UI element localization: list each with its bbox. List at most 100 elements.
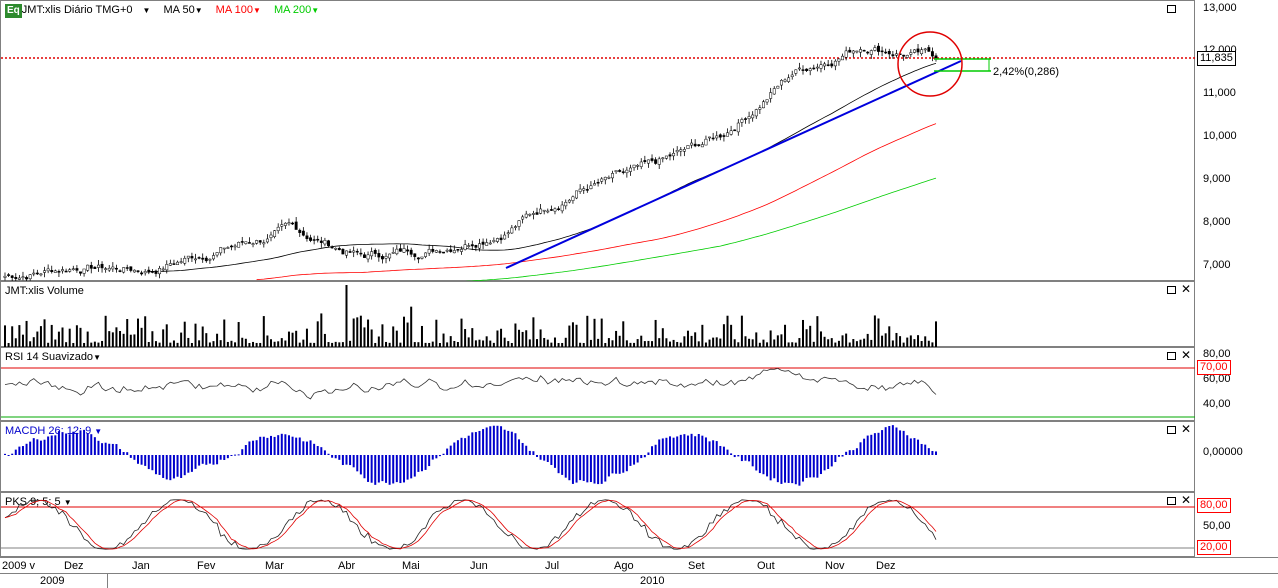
- volume-bar: [356, 317, 359, 347]
- month-label: Set: [688, 560, 705, 572]
- macd-bar: [180, 455, 183, 478]
- macd-bar: [557, 455, 560, 474]
- macd-bar: [83, 429, 86, 455]
- candle-body: [424, 252, 428, 257]
- candle-body: [68, 269, 72, 272]
- candle-body: [25, 277, 29, 280]
- candle-body: [388, 253, 392, 259]
- macd-panel[interactable]: MACDH 26; 12; 9 ▼ ✕: [0, 421, 1195, 492]
- candle-body: [902, 54, 906, 57]
- macd-bar: [528, 450, 531, 455]
- macd-bar: [385, 455, 388, 483]
- volume-bar: [165, 324, 168, 347]
- volume-bar: [884, 333, 887, 347]
- candle-body: [57, 271, 61, 273]
- volume-panel[interactable]: JMT:xlis Volume ✕: [0, 281, 1195, 347]
- candle-body: [905, 55, 909, 58]
- macd-bar: [122, 452, 125, 455]
- macd-bar: [104, 442, 107, 455]
- macd-bar: [244, 445, 247, 455]
- macd-bar: [140, 455, 143, 465]
- candle-body: [395, 248, 399, 255]
- candle-body: [190, 256, 194, 259]
- candle-body: [909, 52, 913, 55]
- macd-bar: [226, 455, 229, 459]
- price-panel[interactable]: Eq JMT:xlis Diário TMG+0 ▼ MA 50▼ MA 100▼ …: [0, 0, 1196, 282]
- candle-body: [255, 240, 259, 244]
- volume-bar: [525, 330, 528, 347]
- candle-body: [262, 242, 266, 245]
- candle-body: [93, 266, 97, 269]
- macd-bar: [758, 455, 761, 474]
- macd-bar: [791, 455, 794, 484]
- candle-body: [28, 274, 32, 280]
- ytick: 10,000: [1203, 130, 1237, 142]
- volume-bar: [543, 337, 546, 347]
- macd-bar: [162, 455, 165, 478]
- macd-bar: [86, 433, 89, 455]
- macd-bar: [21, 446, 24, 455]
- candle-body: [219, 247, 223, 254]
- candle-body: [668, 154, 672, 157]
- volume-bar: [690, 335, 693, 347]
- volume-bar: [420, 325, 423, 347]
- macd-bar: [172, 455, 175, 479]
- volume-bar: [597, 338, 600, 347]
- macd-bar: [575, 455, 578, 483]
- pks-lower-tag: 20,00: [1197, 540, 1231, 555]
- candle-body: [53, 270, 57, 273]
- month-label: Ago: [614, 560, 634, 572]
- month-label: Jun: [470, 560, 488, 572]
- volume-bar: [536, 339, 538, 347]
- rsi-panel[interactable]: RSI 14 Suavizado▼ ✕: [0, 347, 1196, 421]
- macd-bar: [97, 440, 100, 455]
- candle-body: [603, 176, 607, 181]
- candle-body: [226, 247, 230, 249]
- macd-bar: [273, 436, 276, 455]
- candle-body: [679, 149, 683, 152]
- ytick: 40,00: [1203, 398, 1231, 410]
- candle-body: [327, 240, 330, 247]
- macd-bar: [884, 427, 887, 455]
- date-axis[interactable]: 2009 v Dez Jan Fev Mar Abr Mai Jun Jul A…: [0, 557, 1278, 588]
- candle-body: [352, 250, 356, 253]
- candle-body: [891, 54, 895, 57]
- candle-body: [830, 63, 834, 67]
- macd-bar: [316, 446, 319, 455]
- macd-bar: [708, 441, 711, 455]
- macd-bar: [75, 432, 78, 455]
- macd-bar: [816, 455, 819, 478]
- macd-bar: [654, 444, 657, 455]
- candle-body: [783, 79, 787, 82]
- macd-bar: [201, 455, 204, 464]
- candle-body: [887, 50, 891, 55]
- volume-bar: [600, 318, 603, 347]
- macd-bar: [32, 438, 35, 455]
- volume-bar: [625, 340, 628, 347]
- candle-body: [154, 270, 158, 274]
- candle-body: [398, 248, 402, 252]
- volume-bar: [75, 325, 78, 347]
- macd-bar: [899, 430, 902, 455]
- candle-body: [161, 268, 165, 271]
- volume-bar: [841, 335, 844, 347]
- macd-bar: [18, 446, 21, 455]
- pks-panel[interactable]: PKS 9; 5; 5 ▼ ✕: [0, 492, 1196, 557]
- ytick: 9,000: [1203, 173, 1231, 185]
- candle-body: [39, 273, 43, 276]
- volume-bar: [14, 338, 17, 347]
- volume-bar: [683, 336, 686, 347]
- candle-body: [50, 270, 54, 272]
- candle-body: [79, 271, 82, 274]
- candle-body: [251, 243, 255, 245]
- month-label: Jul: [545, 560, 560, 572]
- candle-body: [708, 136, 711, 139]
- volume-bar: [748, 338, 751, 347]
- macd-bar: [690, 433, 693, 455]
- candle-body: [880, 50, 884, 53]
- macd-bar: [672, 437, 675, 455]
- candle-body: [172, 263, 176, 265]
- macd-bar: [895, 427, 898, 455]
- volume-bar: [909, 335, 912, 347]
- macd-bar: [492, 425, 495, 455]
